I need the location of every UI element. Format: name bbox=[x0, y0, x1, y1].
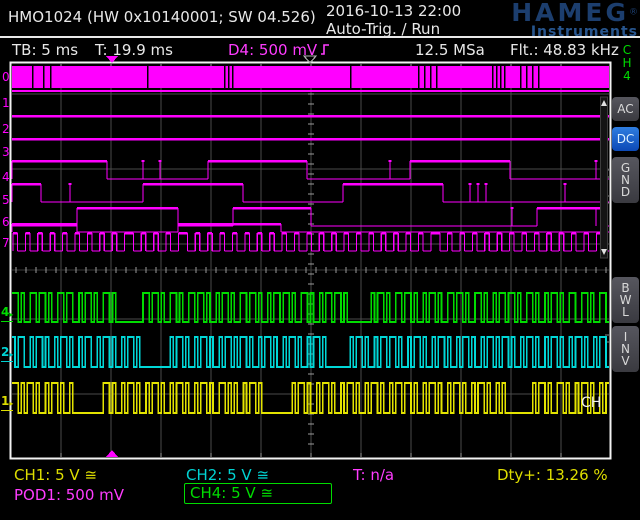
trigger-frequency-readout: T: n/a bbox=[353, 467, 394, 484]
invert-button[interactable]: I N V bbox=[612, 326, 639, 372]
trace-ch1 bbox=[12, 383, 609, 413]
ch2-position-marker[interactable]: 2▸ bbox=[1, 346, 13, 362]
ch4-position-marker[interactable]: 4▸ bbox=[1, 306, 13, 322]
duty-cycle-readout: Dty+: 13.26 % bbox=[497, 467, 608, 484]
marker-arrow-icon: ▸ bbox=[9, 350, 13, 359]
digital-label-d7: 7 bbox=[2, 237, 11, 250]
trace-d0-gap bbox=[43, 66, 45, 88]
trace-d0-gap bbox=[500, 66, 502, 88]
trace-d0-block bbox=[12, 66, 609, 88]
trace-ch2 bbox=[12, 337, 609, 367]
ch1-scale-readout: CH1: 5 V ≅ bbox=[14, 467, 97, 484]
ch4-scale-readout: CH4: 5 V ≅ bbox=[190, 485, 331, 502]
digital-label-d3: 3 bbox=[2, 146, 11, 159]
marker-arrow-icon: ▸ bbox=[9, 310, 13, 319]
trace-d0-gap bbox=[147, 66, 149, 88]
coupling-dc-button[interactable]: DC bbox=[612, 127, 639, 151]
ch1-position-marker[interactable]: 1▸ bbox=[1, 395, 13, 411]
trace-d0-gap bbox=[538, 66, 540, 88]
trace-d0-gap bbox=[526, 66, 528, 88]
trace-d0-gap bbox=[232, 66, 234, 88]
bandwidth-limit-button[interactable]: B W L bbox=[612, 277, 639, 323]
channel-overlay-label: CH bbox=[581, 395, 601, 411]
trace-d0-gap bbox=[436, 66, 438, 88]
trace-d0-gap bbox=[492, 66, 494, 88]
digital-label-d1: 1 bbox=[2, 97, 11, 110]
trigger-position-marker-bottom[interactable] bbox=[106, 450, 118, 457]
digital-label-d2: 2 bbox=[2, 123, 11, 136]
digital-label-d0: 0 bbox=[2, 71, 11, 84]
marker-arrow-icon: ▸ bbox=[9, 399, 13, 408]
trace-d0-gap bbox=[424, 66, 426, 88]
coupling-gnd-button[interactable]: G N D bbox=[612, 157, 639, 203]
trace-d0-gap bbox=[350, 66, 352, 88]
trace-d0-gap bbox=[496, 66, 498, 88]
trace-d0-gap bbox=[520, 66, 522, 88]
ch4-selected-box[interactable]: CH4: 5 V ≅ bbox=[184, 483, 332, 504]
trace-d0-gap bbox=[228, 66, 230, 88]
trace-d0-gap bbox=[50, 66, 52, 88]
coupling-ac-button[interactable]: AC bbox=[612, 97, 639, 121]
trace-d0-gap bbox=[532, 66, 534, 88]
oscilloscope-screen: HMO1024 (HW 0x10140001; SW 04.526) 2016-… bbox=[0, 0, 640, 520]
trace-ch4 bbox=[12, 293, 609, 322]
digital-label-d4: 4 bbox=[2, 171, 11, 184]
trace-d0-gap bbox=[504, 66, 506, 88]
digital-label-d5: 5 bbox=[2, 194, 11, 207]
trace-d0-gap bbox=[430, 66, 432, 88]
digital-scrollbar[interactable] bbox=[601, 97, 608, 258]
trace-d0-gap bbox=[224, 66, 226, 88]
waveform-display bbox=[0, 0, 640, 520]
trace-d0-gap bbox=[418, 66, 420, 88]
sidebar-channel-label: C H 4 bbox=[619, 44, 635, 83]
pod1-scale-readout: POD1: 500 mV bbox=[14, 487, 124, 504]
ch2-scale-readout: CH2: 5 V ≅ bbox=[186, 467, 269, 484]
digital-label-d6: 6 bbox=[2, 216, 11, 229]
trace-d0-gap bbox=[32, 66, 34, 88]
